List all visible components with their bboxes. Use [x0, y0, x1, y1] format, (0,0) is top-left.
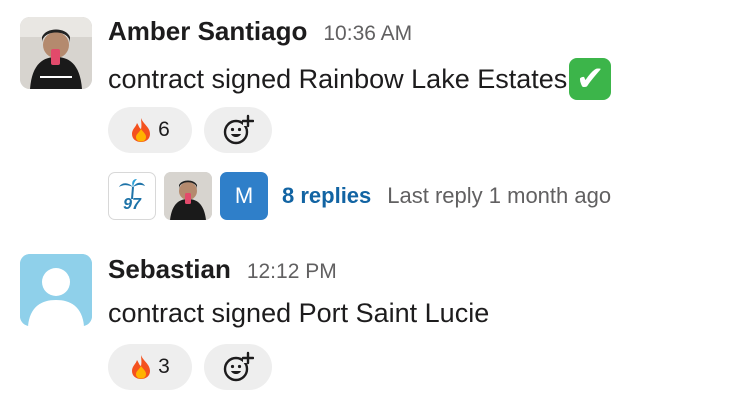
reply-avatar-97-number: 97 — [123, 196, 141, 213]
reply-avatar-m[interactable]: M — [220, 172, 268, 220]
reply-avatar-97[interactable]: 97 — [108, 172, 156, 220]
timestamp[interactable]: 12:12 PM — [247, 260, 337, 284]
reply-avatar-amber[interactable] — [164, 172, 212, 220]
reaction-count: 3 — [158, 355, 170, 378]
sender-name[interactable]: Amber Santiago — [108, 16, 307, 47]
add-reaction-button[interactable] — [204, 107, 272, 153]
add-reaction-icon — [223, 114, 254, 145]
add-reaction-icon — [223, 351, 254, 382]
avatar[interactable] — [20, 254, 92, 326]
fire-reaction-button[interactable]: 3 — [108, 344, 192, 390]
last-reply-time: Last reply 1 month ago — [387, 183, 612, 208]
reaction-count: 6 — [158, 118, 170, 141]
message-header: Amber Santiago 10:36 AM — [108, 16, 412, 47]
thread-summary[interactable]: 97 M 8 replies Last reply 1 month ago — [108, 172, 611, 220]
message-body: contract signed Port Saint Lucie — [108, 298, 490, 328]
default-user-icon — [20, 254, 92, 326]
timestamp[interactable]: 10:36 AM — [323, 22, 412, 46]
reactions-bar: 6 — [108, 107, 272, 153]
reactions-bar: 3 — [108, 344, 272, 390]
message-text: contract signed Rainbow Lake Estates ✔ — [108, 58, 612, 100]
sender-name[interactable]: Sebastian — [108, 254, 231, 285]
fire-reaction-button[interactable]: 6 — [108, 107, 192, 153]
check-mark-emoji-icon: ✔ — [569, 58, 612, 100]
fire-emoji-icon — [132, 118, 151, 142]
message-header: Sebastian 12:12 PM — [108, 254, 337, 285]
add-reaction-button[interactable] — [204, 344, 272, 390]
fire-emoji-icon — [132, 355, 151, 379]
avatar[interactable] — [20, 17, 92, 89]
message-body: contract signed Rainbow Lake Estates — [108, 63, 568, 94]
thread-replies-link[interactable]: 8 replies — [282, 183, 371, 209]
message-text: contract signed Port Saint Lucie — [108, 298, 489, 329]
